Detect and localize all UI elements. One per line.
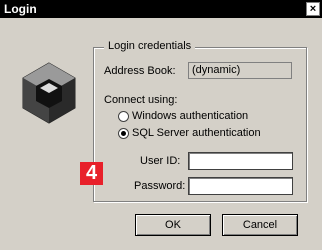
user-id-input[interactable] (188, 152, 293, 170)
sql-auth-label[interactable]: SQL Server authentication (132, 127, 261, 139)
cancel-button[interactable]: Cancel (222, 214, 298, 236)
address-book-field: (dynamic) (188, 62, 292, 79)
login-dialog: Login × Login credentials Address Book: … (0, 0, 322, 250)
user-id-label: User ID: (140, 155, 181, 167)
ok-button[interactable]: OK (135, 214, 211, 236)
step-number-badge: 4 (80, 162, 103, 185)
address-book-label: Address Book: (104, 65, 176, 77)
title-bar[interactable]: Login × (0, 0, 322, 18)
window-title: Login (4, 2, 37, 16)
password-input[interactable] (188, 177, 293, 195)
cube-logo-icon (22, 62, 76, 124)
close-button[interactable]: × (306, 2, 320, 16)
windows-auth-label[interactable]: Windows authentication (132, 110, 248, 122)
group-legend: Login credentials (104, 40, 196, 52)
windows-auth-radio[interactable] (118, 111, 129, 122)
sql-auth-radio[interactable] (118, 128, 129, 139)
connect-using-label: Connect using: (104, 94, 178, 106)
password-label: Password: (134, 180, 186, 192)
